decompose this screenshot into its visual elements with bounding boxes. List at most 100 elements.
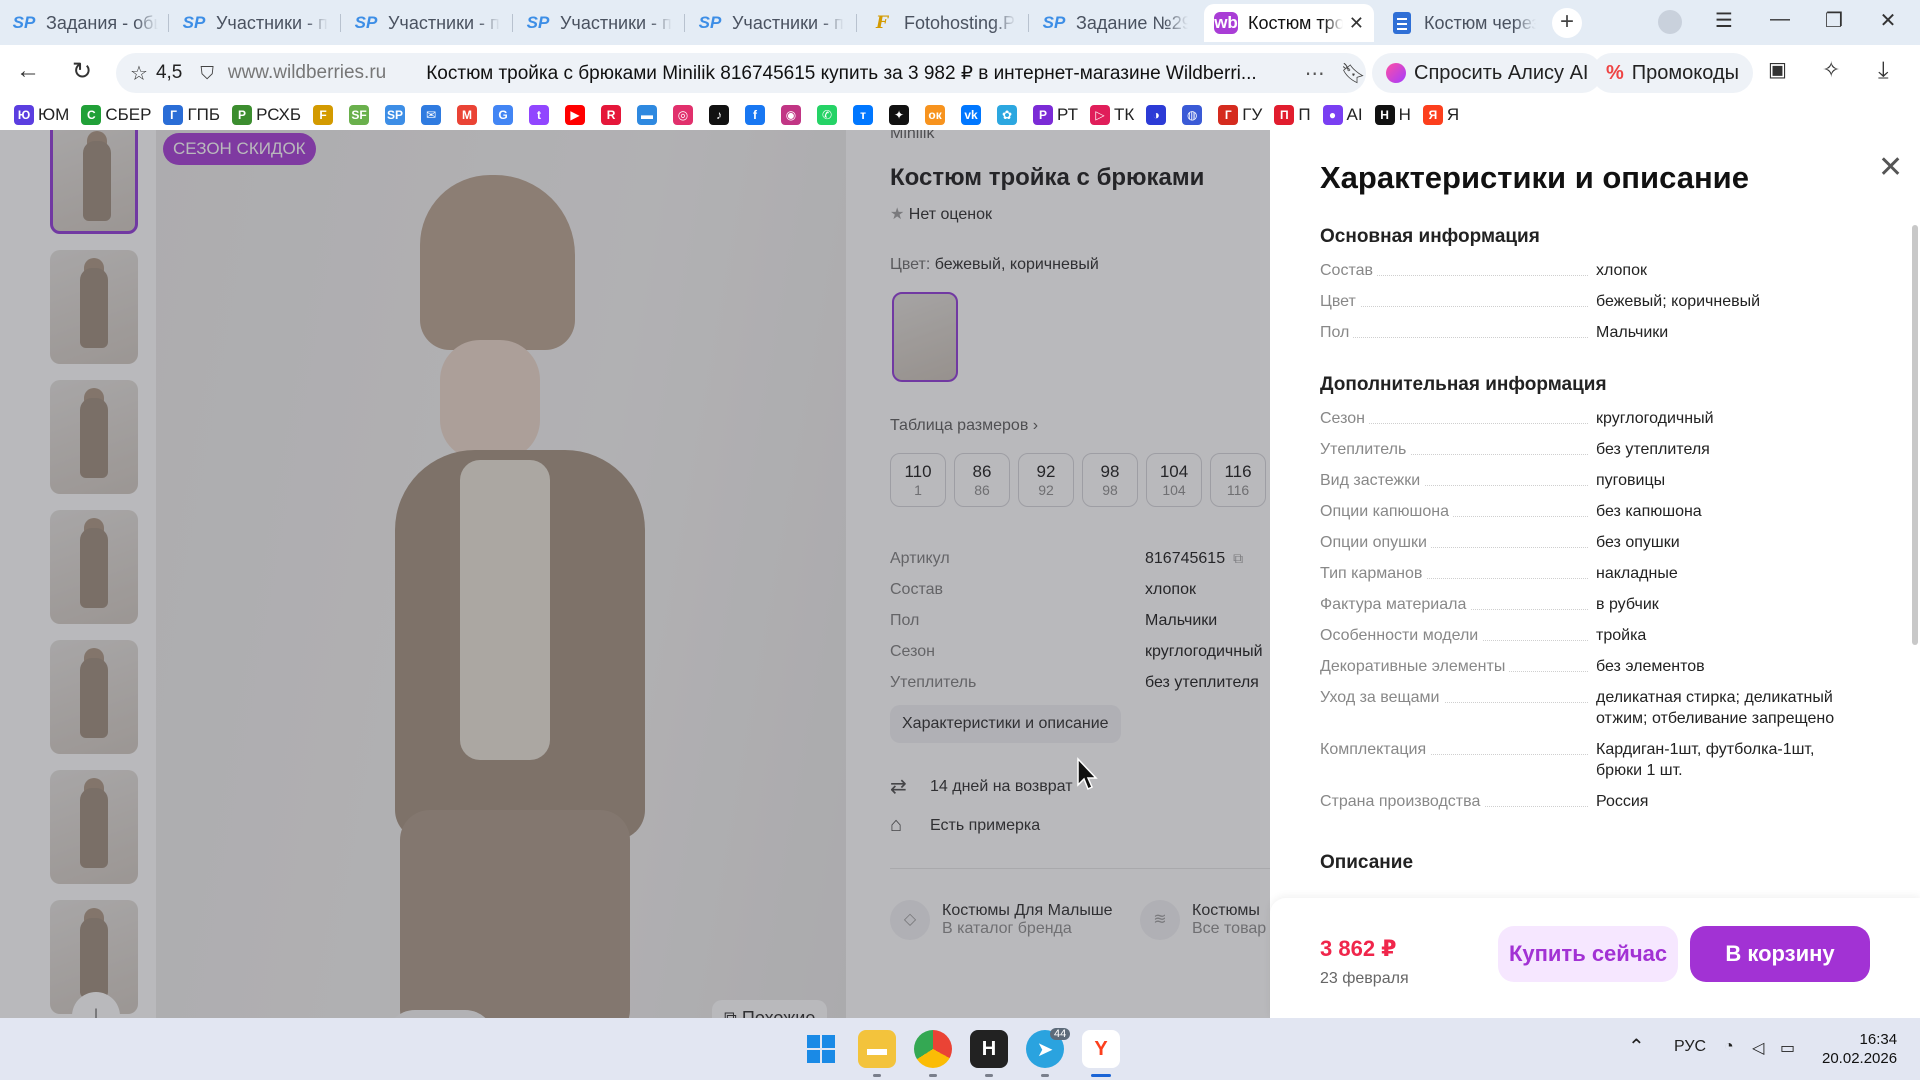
- panel-scrollbar[interactable]: [1912, 225, 1918, 645]
- tab-label: Участники - пр: [216, 12, 328, 33]
- bookmark-item[interactable]: t: [529, 105, 553, 125]
- characteristic-row: Особенности модели тройка: [1320, 625, 1860, 646]
- profile-icon[interactable]: [1658, 10, 1682, 34]
- characteristic-row: Утеплитель без утеплителя: [1320, 439, 1860, 460]
- chrome-icon[interactable]: [914, 1030, 952, 1068]
- tab-zadaniya[interactable]: SP Задания - общ: [2, 4, 168, 42]
- shield-icon[interactable]: ⛉: [200, 63, 214, 84]
- new-tab-button[interactable]: +: [1552, 8, 1582, 38]
- bookmark-item[interactable]: ✿: [997, 105, 1021, 125]
- bookmark-item[interactable]: vk: [961, 105, 985, 125]
- bookmark-item[interactable]: Р РСХБ: [232, 105, 301, 125]
- clock[interactable]: 16:34 20.02.2026: [1822, 1030, 1897, 1068]
- wildberries-icon: wb: [1214, 12, 1238, 34]
- tab-separator: [340, 14, 341, 32]
- telegram-badge: 44: [1050, 1028, 1071, 1040]
- windows-start-icon[interactable]: [802, 1030, 840, 1068]
- back-icon[interactable]: ←: [16, 57, 40, 85]
- characteristic-row: Опции капюшона без капюшона: [1320, 501, 1860, 522]
- modal-overlay[interactable]: [0, 130, 1270, 1018]
- bookmark-item[interactable]: т: [853, 105, 877, 125]
- bookmark-item[interactable]: SP: [385, 105, 409, 125]
- bookmark-item[interactable]: ✦: [889, 105, 913, 125]
- bookmark-item[interactable]: ▶: [565, 105, 589, 125]
- close-window-icon[interactable]: ✕: [1866, 8, 1910, 33]
- bookmark-item[interactable]: ◑: [1146, 105, 1170, 125]
- bookmark-label: AI: [1346, 105, 1363, 124]
- bookmark-label: СБЕР: [105, 105, 152, 124]
- taskbar-indicator: [985, 1074, 993, 1077]
- bookmark-item[interactable]: G: [493, 105, 517, 125]
- bookmark-item[interactable]: ПП: [1274, 105, 1311, 125]
- bookmark-label: ГПБ: [187, 105, 221, 124]
- bookmark-icon: С: [81, 105, 102, 125]
- tab-uchastniki-2[interactable]: SP Участники - пр: [344, 4, 510, 42]
- browser-toolbar: ← ↻ ☆ 4,5 ⛉ www.wildberries.ru Костюм тр…: [0, 45, 1920, 100]
- bookmark-item[interactable]: НН: [1374, 105, 1411, 125]
- battery-icon[interactable]: ▭: [1780, 1038, 1795, 1058]
- bookmark-item[interactable]: F: [313, 105, 337, 125]
- bookmarks-bar: Ю ЮМ С СБЕР Г ГПБ Р РСХБ F SF SP ✉ M Gt ▶ R ▬ ◎ ♪ f ◉ ✆ т ✦ ок vk…: [0, 100, 1920, 130]
- download-icon[interactable]: ⤓: [1878, 57, 1889, 85]
- bookmark-item[interactable]: Г ГУ: [1218, 105, 1262, 125]
- bookmark-item[interactable]: ◎: [673, 105, 697, 125]
- address-bar[interactable]: ☆ 4,5 ⛉ www.wildberries.ru Костюм тройка…: [116, 53, 1366, 93]
- add-to-cart-button[interactable]: В корзину: [1690, 926, 1870, 982]
- bookmark-item[interactable]: ● AI: [1322, 105, 1363, 125]
- bookmark-item[interactable]: Ю ЮМ: [14, 105, 69, 125]
- address-page-title: Костюм тройка с брюками Minilik 81674561…: [426, 62, 1257, 84]
- bookmark-item[interactable]: С СБЕР: [81, 105, 151, 125]
- characteristic-row: Декоративные элементы без элементов: [1320, 656, 1860, 677]
- bookmark-icon: SP: [385, 105, 406, 125]
- promo-button[interactable]: % Промокоды: [1592, 53, 1753, 93]
- tab-zadanie-290[interactable]: SP Задание №290: [1032, 4, 1198, 42]
- wifi-icon[interactable]: ◔: [1724, 1038, 1734, 1056]
- tab-uchastniki-3[interactable]: SP Участники - пр: [516, 4, 682, 42]
- bookmark-item[interactable]: P РТ: [1033, 105, 1078, 125]
- bookmark-item[interactable]: Г ГПБ: [163, 105, 220, 125]
- tab-fotohosting[interactable]: F Fotohosting.Pro: [860, 4, 1026, 42]
- bookmark-item[interactable]: ▬: [637, 105, 661, 125]
- bookmark-item[interactable]: ЯЯ: [1422, 105, 1459, 125]
- characteristic-key: Цвет: [1320, 291, 1596, 312]
- more-dots-icon[interactable]: ⋯: [1305, 61, 1325, 86]
- file-explorer-icon[interactable]: ▬: [858, 1030, 896, 1068]
- tab-uchastniki-4[interactable]: SP Участники - пр: [688, 4, 854, 42]
- tab-kostyum-active[interactable]: wb Костюм трой ✕: [1204, 4, 1374, 42]
- extensions-icon[interactable]: ✧: [1822, 57, 1840, 83]
- volume-icon[interactable]: ◁: [1752, 1038, 1764, 1058]
- tab-uchastniki-1[interactable]: SP Участники - пр: [172, 4, 338, 42]
- menu-icon[interactable]: ☰: [1702, 8, 1746, 33]
- delivery-date: 23 февраля: [1320, 970, 1409, 987]
- bookmark-item[interactable]: ◉: [781, 105, 805, 125]
- buy-now-button[interactable]: Купить сейчас: [1498, 926, 1678, 982]
- ask-alice-button[interactable]: Спросить Алису AI: [1372, 53, 1603, 93]
- bookmark-item[interactable]: ▷ ТК: [1090, 105, 1134, 125]
- h-app-icon[interactable]: H: [970, 1030, 1008, 1068]
- restore-icon[interactable]: ❐: [1812, 8, 1856, 33]
- characteristic-value: без капюшона: [1596, 503, 1702, 520]
- characteristic-value: без опушки: [1596, 534, 1680, 551]
- bookmark-item[interactable]: R: [601, 105, 625, 125]
- characteristic-row: Цвет бежевый; коричневый: [1320, 291, 1860, 312]
- bookmark-item[interactable]: ✉: [421, 105, 445, 125]
- language-indicator[interactable]: РУС: [1674, 1038, 1706, 1056]
- minimize-icon[interactable]: —: [1758, 8, 1802, 31]
- tray-chevron-icon[interactable]: ⌃: [1628, 1034, 1645, 1059]
- gallery-icon[interactable]: ▣: [1768, 57, 1787, 82]
- bookmark-icon: Н: [1374, 105, 1395, 125]
- reload-icon[interactable]: ↻: [72, 57, 92, 86]
- close-panel-icon[interactable]: ✕: [1878, 150, 1903, 185]
- bookmark-item[interactable]: ок: [925, 105, 949, 125]
- close-tab-icon[interactable]: ✕: [1343, 13, 1364, 34]
- bookmark-item[interactable]: ♪: [709, 105, 733, 125]
- yandex-browser-icon[interactable]: Y: [1082, 1030, 1120, 1068]
- tab-kostyum-doc[interactable]: Костюм через: [1380, 4, 1546, 42]
- bookmark-item[interactable]: ✆: [817, 105, 841, 125]
- bookmark-item[interactable]: M: [457, 105, 481, 125]
- bookmark-item[interactable]: SF: [349, 105, 373, 125]
- bookmark-item[interactable]: ◍: [1182, 105, 1206, 125]
- bookmark-icon[interactable]: 🔖︎: [1341, 61, 1366, 86]
- bookmark-icon: t: [529, 105, 550, 125]
- bookmark-item[interactable]: f: [745, 105, 769, 125]
